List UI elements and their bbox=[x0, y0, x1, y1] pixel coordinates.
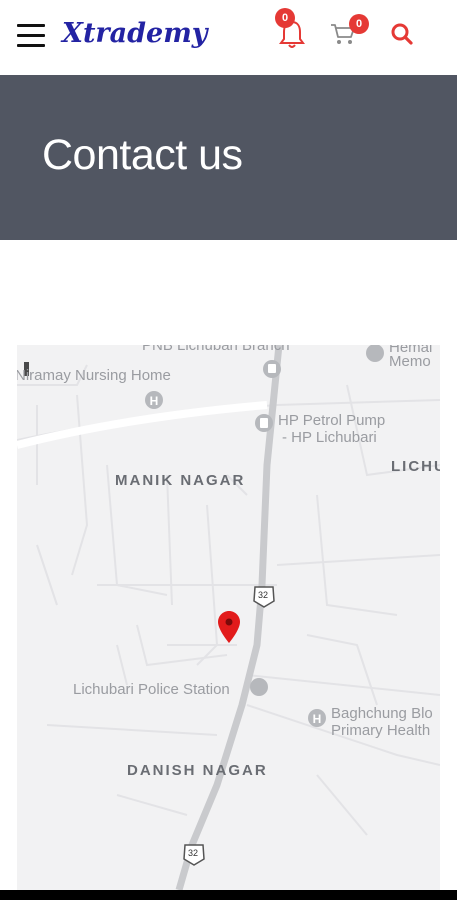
location-map[interactable]: H H PNB Lichubari Branch Hemal Memo Nira… bbox=[17, 345, 440, 890]
location-pin-icon[interactable] bbox=[218, 611, 240, 643]
map-label-danish-nagar: DANISH NAGAR bbox=[127, 762, 268, 779]
app-header: Xtrademy 0 0 bbox=[0, 0, 457, 75]
map-label-police-station: Lichubari Police Station bbox=[73, 681, 230, 698]
map-label-lichu: LICHU bbox=[391, 458, 440, 475]
search-icon[interactable] bbox=[390, 22, 414, 46]
map-label-memo: Memo bbox=[389, 353, 431, 370]
bottom-edge bbox=[0, 890, 457, 900]
cart-count-badge: 0 bbox=[349, 14, 369, 34]
highway-shield-label-2: 32 bbox=[188, 848, 199, 858]
hamburger-menu-icon[interactable] bbox=[17, 22, 47, 50]
map-label-manik-nagar: MANIK NAGAR bbox=[115, 472, 246, 489]
notification-count-badge: 0 bbox=[275, 8, 295, 28]
map-label-baghchung: Baghchung Blo bbox=[331, 705, 433, 722]
map-label-niramay: Niramay Nursing Home bbox=[17, 367, 171, 384]
svg-text:H: H bbox=[313, 712, 322, 726]
map-label-pnb: PNB Lichubari Branch bbox=[142, 345, 290, 354]
svg-text:H: H bbox=[150, 394, 159, 408]
map-label-hp-lichubari: - HP Lichubari bbox=[282, 429, 377, 446]
map-label-primary-health: Primary Health bbox=[331, 722, 431, 739]
highway-shield-label: 32 bbox=[258, 590, 269, 600]
hero-banner: Contact us bbox=[0, 75, 457, 240]
map-label-hp-pump: HP Petrol Pump bbox=[278, 412, 386, 429]
page-title: Contact us bbox=[42, 131, 243, 179]
logo[interactable]: Xtrademy bbox=[62, 18, 207, 49]
